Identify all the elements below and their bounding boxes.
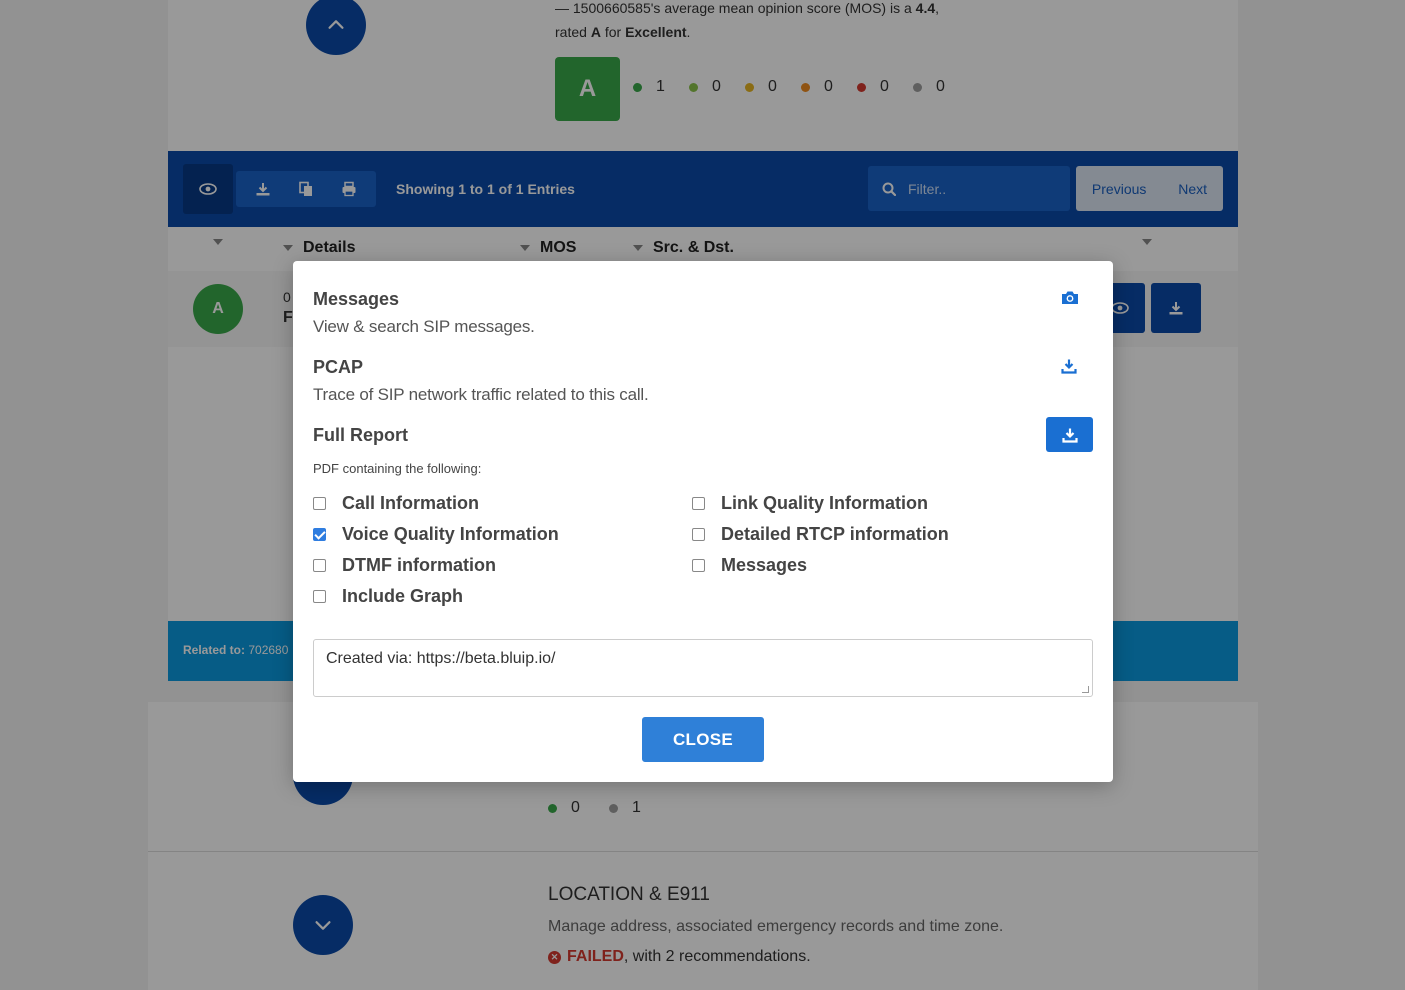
option-dtmf-information[interactable]: DTMF information — [313, 555, 496, 576]
full-report-section: Full Report PDF containing the following… — [313, 417, 1093, 476]
notes-textarea[interactable]: Created via: https://beta.bluip.io/ — [313, 639, 1093, 697]
messages-section: Messages View & search SIP messages. — [313, 289, 1093, 337]
download-icon — [1061, 428, 1078, 443]
option-call-information[interactable]: Call Information — [313, 493, 479, 514]
full-report-title: Full Report — [313, 425, 408, 445]
messages-description: View & search SIP messages. — [313, 317, 535, 336]
full-report-description: PDF containing the following: — [313, 461, 482, 476]
resize-grip-icon[interactable] — [1082, 686, 1089, 693]
checkbox[interactable] — [692, 497, 705, 510]
download-icon — [1061, 359, 1077, 374]
option-include-graph[interactable]: Include Graph — [313, 586, 463, 607]
checkbox[interactable] — [692, 528, 705, 541]
option-link-quality-information[interactable]: Link Quality Information — [692, 493, 928, 514]
checkbox[interactable] — [313, 559, 326, 572]
pcap-description: Trace of SIP network traffic related to … — [313, 385, 649, 404]
close-button[interactable]: CLOSE — [642, 717, 764, 762]
checkbox[interactable] — [313, 528, 326, 541]
download-modal: Messages View & search SIP messages. PCA… — [293, 261, 1113, 782]
full-report-download-button[interactable] — [1046, 417, 1093, 452]
option-messages[interactable]: Messages — [692, 555, 807, 576]
camera-icon — [1062, 291, 1078, 304]
messages-title: Messages — [313, 289, 400, 309]
pcap-title: PCAP — [313, 357, 364, 377]
messages-view-button[interactable] — [1061, 290, 1079, 305]
option-voice-quality-information[interactable]: Voice Quality Information — [313, 524, 559, 545]
pcap-download-button[interactable] — [1061, 358, 1077, 374]
checkbox[interactable] — [313, 590, 326, 603]
option-detailed-rtcp-information[interactable]: Detailed RTCP information — [692, 524, 949, 545]
checkbox[interactable] — [313, 497, 326, 510]
pcap-section: PCAP Trace of SIP network traffic relate… — [313, 357, 1093, 405]
checkbox[interactable] — [692, 559, 705, 572]
